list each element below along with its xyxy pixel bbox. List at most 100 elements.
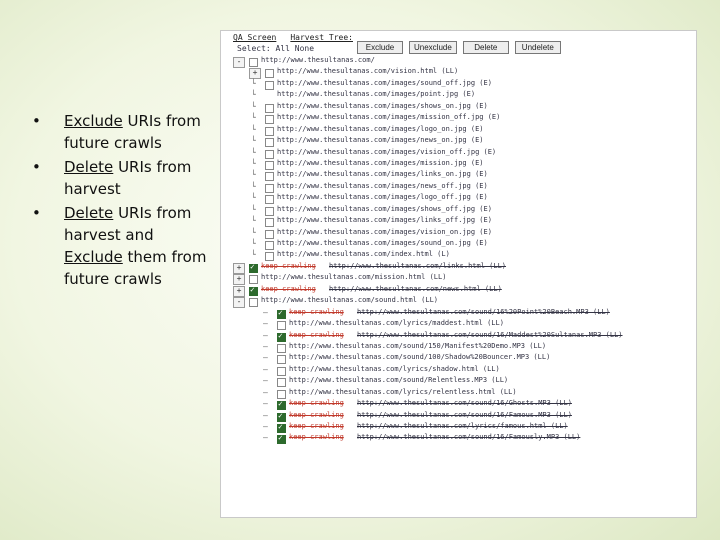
- bullet-item: • Exclude URIs from future crawls: [30, 110, 210, 154]
- row-checkbox[interactable]: [265, 103, 274, 113]
- select-all-none[interactable]: Select: All None: [237, 44, 314, 53]
- row-url-link[interactable]: http://www.thesultanas.com/: [261, 56, 375, 64]
- row-url-link[interactable]: http://www.thesultanas.com/images/sound_…: [277, 79, 492, 87]
- keep-crawling-link[interactable]: keep crawling: [261, 262, 316, 270]
- unexclude-button[interactable]: Unexclude: [409, 41, 457, 54]
- row-checkbox[interactable]: [265, 241, 274, 250]
- keep-crawling-link[interactable]: keep crawling: [289, 399, 344, 407]
- row-url-link[interactable]: http://www.thesultanas.com/images/logo_o…: [277, 125, 484, 133]
- row-url-link[interactable]: http://www.thesultanas.com/sound/150/Man…: [289, 342, 546, 350]
- tree-row: - http://www.thesultanas.com/: [221, 56, 696, 68]
- row-checkbox[interactable]: [265, 149, 274, 159]
- expand-toggle-icon[interactable]: +: [233, 274, 245, 286]
- row-checkbox[interactable]: [277, 399, 286, 411]
- row-checkbox[interactable]: [277, 389, 286, 399]
- row-url-link[interactable]: http://www.thesultanas.com/lyrics/famous…: [357, 422, 568, 430]
- row-checkbox[interactable]: [277, 355, 286, 365]
- row-url-link[interactable]: http://www.thesultanas.com/vision.html (…: [277, 67, 458, 75]
- tree-branch-icon: —: [263, 399, 268, 409]
- row-url-link[interactable]: http://www.thesultanas.com/sound.html (L…: [261, 296, 438, 304]
- keep-crawling-link[interactable]: keep crawling: [289, 422, 344, 430]
- delete-button[interactable]: Delete: [462, 41, 509, 54]
- row-checkbox[interactable]: [277, 308, 286, 319]
- keep-crawling-link[interactable]: keep crawling: [261, 285, 316, 293]
- exclude-button[interactable]: Exclude: [357, 41, 403, 54]
- row-checkbox[interactable]: [277, 343, 286, 353]
- keep-crawling-link[interactable]: keep crawling: [289, 331, 344, 339]
- row-checkbox[interactable]: [265, 195, 274, 205]
- expand-toggle-icon[interactable]: +: [233, 262, 245, 274]
- row-checkbox[interactable]: [265, 172, 274, 182]
- row-url-link[interactable]: http://www.thesultanas.com/news.html (LL…: [329, 285, 502, 293]
- row-checkbox[interactable]: [265, 138, 274, 148]
- row-checkbox[interactable]: [249, 298, 258, 308]
- expand-toggle-icon[interactable]: +: [233, 285, 245, 297]
- expand-toggle-icon[interactable]: +: [249, 68, 261, 80]
- row-url-link[interactable]: http://www.thesultanas.com/sound/16%20Po…: [357, 308, 610, 316]
- keep-crawling-link[interactable]: keep crawling: [289, 411, 344, 419]
- row-checkbox[interactable]: [249, 275, 258, 285]
- row-checkbox[interactable]: [277, 366, 286, 376]
- bullet-keyword: Delete: [64, 204, 114, 222]
- row-url-link[interactable]: http://www.thesultanas.com/lyrics/maddes…: [289, 319, 504, 327]
- tree-row: └ http://www.thesultanas.com/images/links…: [221, 216, 696, 228]
- row-url-link[interactable]: http://www.thesultanas.com/sound/16/Ghos…: [357, 399, 572, 407]
- row-url-link[interactable]: http://www.thesultanas.com/index.html (L…: [277, 250, 450, 258]
- row-checkbox[interactable]: [249, 262, 258, 273]
- row-checkbox[interactable]: [265, 183, 274, 193]
- row-url-link[interactable]: http://www.thesultanas.com/images/news_o…: [277, 182, 488, 190]
- row-checkbox[interactable]: [249, 285, 258, 296]
- tree-row: + http://www.thesultanas.com/mission.html…: [221, 273, 696, 286]
- row-url-link[interactable]: http://www.thesultanas.com/sound/16/Madd…: [357, 331, 623, 339]
- row-url-link[interactable]: http://www.thesultanas.com/links.html (L…: [329, 262, 506, 270]
- row-checkbox[interactable]: [277, 422, 286, 433]
- row-url-link[interactable]: http://www.thesultanas.com/images/links_…: [277, 170, 488, 178]
- row-checkbox[interactable]: [277, 321, 286, 331]
- tree-branch-icon: └: [251, 147, 256, 157]
- keep-crawling-link[interactable]: keep crawling: [289, 308, 344, 316]
- row-checkbox[interactable]: [265, 126, 274, 136]
- tree-row: — http://www.thesultanas.com/sound/Relent…: [221, 376, 696, 388]
- tree-branch-icon: └: [251, 216, 256, 226]
- row-url-link[interactable]: http://www.thesultanas.com/images/point.…: [277, 90, 475, 98]
- row-checkbox[interactable]: [277, 433, 286, 445]
- row-url-link[interactable]: http://www.thesultanas.com/sound/Relentl…: [289, 376, 508, 384]
- row-url-link[interactable]: http://www.thesultanas.com/sound/16/Famo…: [357, 433, 580, 441]
- action-buttons: Exclude Unexclude Delete Undelete: [357, 41, 561, 54]
- collapse-toggle-icon[interactable]: -: [233, 57, 245, 68]
- row-url-link[interactable]: http://www.thesultanas.com/mission.html …: [261, 273, 446, 281]
- row-url-link[interactable]: http://www.thesultanas.com/images/missio…: [277, 113, 500, 121]
- row-checkbox[interactable]: [265, 115, 274, 125]
- row-checkbox[interactable]: [265, 229, 274, 239]
- row-checkbox[interactable]: [265, 80, 274, 90]
- row-checkbox[interactable]: [265, 206, 274, 216]
- row-checkbox[interactable]: [265, 218, 274, 228]
- row-url-link[interactable]: http://www.thesultanas.com/images/missio…: [277, 159, 484, 167]
- row-checkbox[interactable]: [265, 69, 274, 79]
- row-url-link[interactable]: http://www.thesultanas.com/images/shows_…: [277, 205, 492, 213]
- row-url-link[interactable]: http://www.thesultanas.com/images/links_…: [277, 216, 492, 224]
- tree-row: — http://www.thesultanas.com/lyrics/relen…: [221, 388, 696, 399]
- row-url-link[interactable]: http://www.thesultanas.com/lyrics/relent…: [289, 388, 517, 396]
- row-url-link[interactable]: http://www.thesultanas.com/images/sound_…: [277, 239, 488, 247]
- row-url-link[interactable]: http://www.thesultanas.com/sound/16/Famo…: [357, 411, 572, 419]
- row-checkbox[interactable]: [277, 378, 286, 388]
- collapse-toggle-icon[interactable]: -: [233, 297, 245, 309]
- tree-branch-icon: —: [263, 376, 268, 386]
- row-checkbox[interactable]: [277, 411, 286, 422]
- row-url-link[interactable]: http://www.thesultanas.com/images/shows_…: [277, 102, 488, 110]
- row-checkbox[interactable]: [249, 58, 258, 67]
- row-url-link[interactable]: http://www.thesultanas.com/images/news_o…: [277, 136, 484, 144]
- tree-row: └ http://www.thesultanas.com/images/sound…: [221, 79, 696, 90]
- keep-crawling-link[interactable]: keep crawling: [289, 433, 344, 441]
- row-url-link[interactable]: http://www.thesultanas.com/images/logo_o…: [277, 193, 488, 201]
- row-url-link[interactable]: http://www.thesultanas.com/sound/100/Sha…: [289, 353, 550, 361]
- row-url-link[interactable]: http://www.thesultanas.com/lyrics/shadow…: [289, 365, 500, 373]
- tree-row: - http://www.thesultanas.com/sound.html (…: [221, 296, 696, 309]
- row-checkbox[interactable]: [277, 331, 286, 342]
- row-checkbox[interactable]: [265, 160, 274, 170]
- undelete-button[interactable]: Undelete: [514, 41, 561, 54]
- row-url-link[interactable]: http://www.thesultanas.com/images/vision…: [277, 228, 492, 236]
- row-checkbox[interactable]: [265, 252, 274, 262]
- row-url-link[interactable]: http://www.thesultanas.com/images/vision…: [277, 148, 496, 156]
